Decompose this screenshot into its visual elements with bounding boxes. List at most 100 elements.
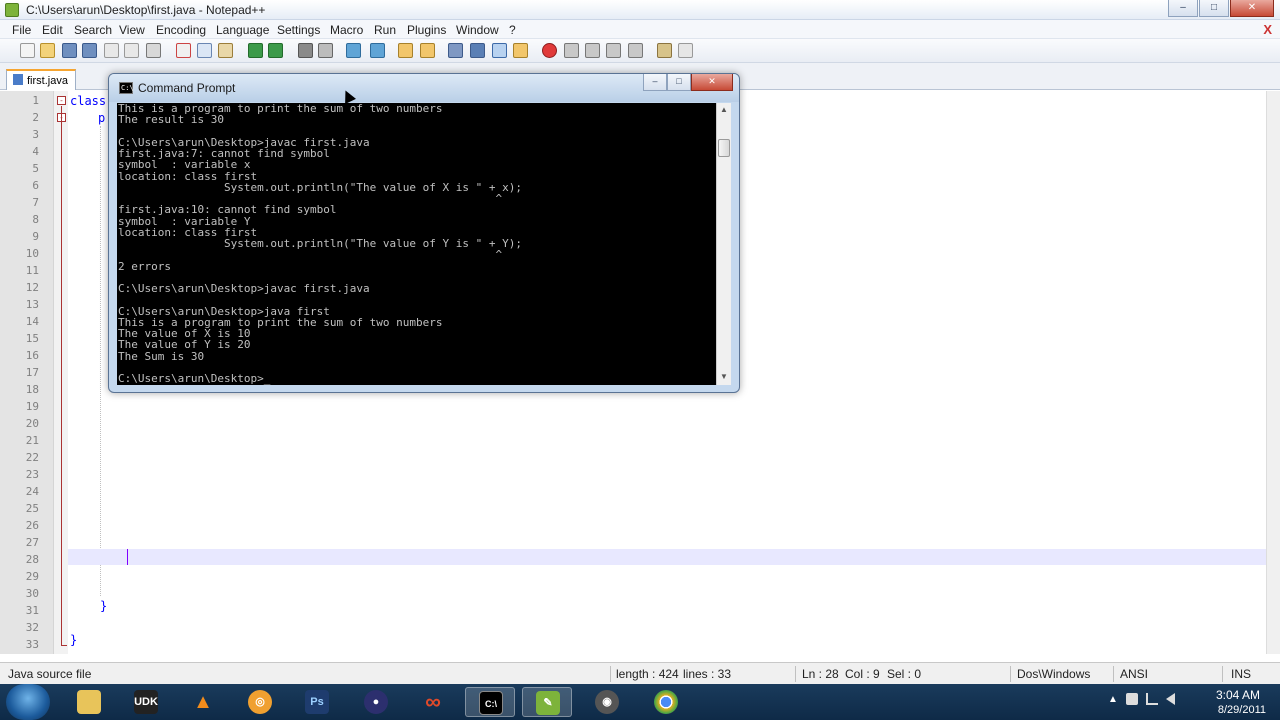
stop-macro-icon[interactable] bbox=[564, 43, 579, 58]
cmd-scrollbar[interactable]: ▲ ▼ bbox=[716, 103, 731, 385]
redo-icon[interactable] bbox=[268, 43, 283, 58]
line-number: 6 bbox=[32, 179, 39, 192]
start-button[interactable] bbox=[6, 684, 50, 720]
language-folder-icon[interactable] bbox=[513, 43, 528, 58]
cmd-maximize-button[interactable]: □ bbox=[667, 74, 691, 91]
menu-file[interactable]: File bbox=[12, 23, 31, 37]
sync-horizontal-icon[interactable] bbox=[420, 43, 435, 58]
cmd-console[interactable]: This is a program to print the sum of tw… bbox=[117, 103, 716, 385]
menu-help[interactable]: ? bbox=[509, 23, 516, 37]
menu-edit[interactable]: Edit bbox=[42, 23, 63, 37]
line-number: 28 bbox=[25, 553, 39, 566]
console-line: C:\Users\arun\Desktop>_ bbox=[118, 372, 271, 385]
zoom-out-icon[interactable] bbox=[370, 43, 385, 58]
line-number: 13 bbox=[25, 298, 39, 311]
toolbar bbox=[0, 39, 1280, 63]
save-all-icon[interactable] bbox=[82, 43, 97, 58]
menu-language[interactable]: Language bbox=[216, 23, 269, 37]
replace-icon[interactable] bbox=[318, 43, 333, 58]
window-title: C:\Users\arun\Desktop\first.java - Notep… bbox=[26, 3, 266, 17]
save-icon[interactable] bbox=[62, 43, 77, 58]
taskbar-eclipse[interactable]: ● bbox=[351, 687, 401, 717]
network-icon[interactable] bbox=[1146, 693, 1158, 705]
status-column: Col : 9 bbox=[845, 667, 880, 681]
notepad-taskbar-icon: ✎ bbox=[536, 691, 560, 715]
taskbar-infinity-app[interactable]: ∞ bbox=[408, 687, 458, 717]
play-macro-icon[interactable] bbox=[585, 43, 600, 58]
print-icon[interactable] bbox=[146, 43, 161, 58]
line-number: 9 bbox=[32, 230, 39, 243]
taskbar-photoshop[interactable]: Ps bbox=[292, 687, 342, 717]
code-line-31: } bbox=[100, 599, 108, 613]
menu-view[interactable]: View bbox=[119, 23, 145, 37]
volume-icon[interactable] bbox=[1166, 693, 1175, 705]
cut-icon[interactable] bbox=[176, 43, 191, 58]
menu-settings[interactable]: Settings bbox=[277, 23, 320, 37]
open-file-icon[interactable] bbox=[40, 43, 55, 58]
status-selection: Sel : 0 bbox=[887, 667, 922, 681]
editor-scrollbar[interactable] bbox=[1266, 91, 1280, 654]
clock-date[interactable]: 8/29/2011 bbox=[1218, 704, 1266, 716]
close-button[interactable]: ✕ bbox=[1230, 0, 1274, 17]
taskbar-notepad-plus-plus[interactable]: ✎ bbox=[522, 687, 572, 717]
taskbar-explorer[interactable] bbox=[64, 687, 114, 717]
indent-guide-icon[interactable] bbox=[492, 43, 507, 58]
close-file-icon[interactable] bbox=[104, 43, 119, 58]
taskbar-command-prompt[interactable]: C:\ bbox=[465, 687, 515, 717]
fold-toggle-icon[interactable]: - bbox=[57, 96, 66, 105]
line-number: 23 bbox=[25, 468, 39, 481]
line-number: 32 bbox=[25, 621, 39, 634]
taskbar-vlc[interactable]: ▲ bbox=[178, 687, 228, 717]
scroll-thumb[interactable] bbox=[718, 139, 730, 157]
infinity-icon: ∞ bbox=[425, 689, 441, 714]
zoom-in-icon[interactable] bbox=[346, 43, 361, 58]
taskbar-udk[interactable]: UDK bbox=[121, 687, 171, 717]
taskbar-app-circle[interactable]: ◎ bbox=[235, 687, 285, 717]
close-document-icon[interactable]: X bbox=[1263, 22, 1272, 37]
menu-search[interactable]: Search bbox=[74, 23, 112, 37]
record-macro-icon[interactable] bbox=[542, 43, 557, 58]
menu-encoding[interactable]: Encoding bbox=[156, 23, 206, 37]
copy-icon[interactable] bbox=[197, 43, 212, 58]
taskbar-chrome[interactable]: ◉ bbox=[641, 687, 691, 717]
action-center-icon[interactable] bbox=[1126, 693, 1138, 705]
abc-check-icon[interactable] bbox=[678, 43, 693, 58]
menu-macro[interactable]: Macro bbox=[330, 23, 363, 37]
scroll-up-icon[interactable]: ▲ bbox=[720, 105, 728, 114]
menu-window[interactable]: Window bbox=[456, 23, 499, 37]
menu-plugins[interactable]: Plugins bbox=[407, 23, 446, 37]
spell-check-icon[interactable] bbox=[657, 43, 672, 58]
menu-run[interactable]: Run bbox=[374, 23, 396, 37]
find-icon[interactable] bbox=[298, 43, 313, 58]
scroll-down-icon[interactable]: ▼ bbox=[720, 372, 728, 381]
console-line: ^ bbox=[118, 248, 503, 262]
cmd-minimize-button[interactable]: – bbox=[643, 74, 667, 91]
tab-label: first.java bbox=[27, 75, 68, 87]
show-hidden-icons-icon[interactable]: ▲ bbox=[1108, 694, 1118, 705]
minimize-button[interactable]: – bbox=[1168, 0, 1198, 17]
clock-time[interactable]: 3:04 AM bbox=[1216, 688, 1260, 702]
sync-vertical-icon[interactable] bbox=[398, 43, 413, 58]
tab-first-java[interactable]: first.java bbox=[6, 69, 76, 90]
line-number: 30 bbox=[25, 587, 39, 600]
line-number: 7 bbox=[32, 196, 39, 209]
paste-icon[interactable] bbox=[218, 43, 233, 58]
command-prompt-window[interactable]: C:\ Command Prompt – □ ✕ This is a progr… bbox=[108, 73, 740, 393]
save-macro-icon[interactable] bbox=[628, 43, 643, 58]
maximize-button[interactable]: □ bbox=[1199, 0, 1229, 17]
line-number: 33 bbox=[25, 638, 39, 651]
cmd-title-bar[interactable]: C:\ Command Prompt – □ ✕ bbox=[109, 74, 739, 102]
line-number: 11 bbox=[25, 264, 39, 277]
undo-icon[interactable] bbox=[248, 43, 263, 58]
taskbar-cd-app[interactable]: ◉ bbox=[582, 687, 632, 717]
close-all-icon[interactable] bbox=[124, 43, 139, 58]
file-icon bbox=[13, 74, 23, 85]
console-line: The Sum is 30 bbox=[118, 349, 205, 363]
cmd-close-button[interactable]: ✕ bbox=[691, 74, 733, 91]
new-file-icon[interactable] bbox=[20, 43, 35, 58]
run-macro-multiple-icon[interactable] bbox=[606, 43, 621, 58]
line-number: 18 bbox=[25, 383, 39, 396]
word-wrap-icon[interactable] bbox=[448, 43, 463, 58]
line-number: 20 bbox=[25, 417, 39, 430]
show-all-chars-icon[interactable] bbox=[470, 43, 485, 58]
